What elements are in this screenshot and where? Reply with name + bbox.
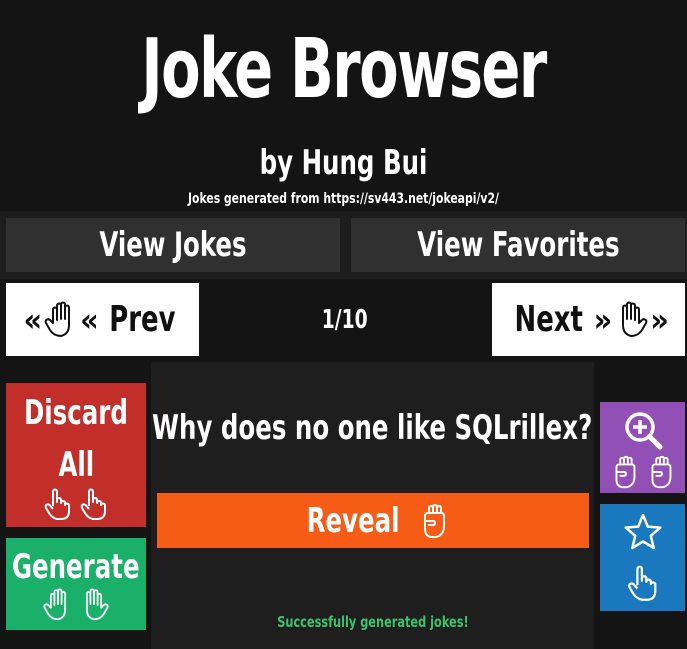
joke-browser-app: Joke Browser by Hung Bui Jokes generated…: [0, 0, 687, 649]
page-title: Joke Browser: [141, 22, 547, 117]
double-chevron-right-icon: »: [650, 300, 669, 339]
raised-hand-icon: [44, 301, 71, 337]
tab-view-favorites-label: View Favorites: [416, 225, 620, 265]
generate-button[interactable]: Generate: [6, 538, 146, 630]
raised-fist-icon: [424, 503, 446, 538]
reveal-button[interactable]: Reveal: [157, 493, 589, 548]
double-chevron-left-icon: «: [23, 300, 43, 339]
status-message: Successfully generated jokes!: [151, 610, 594, 634]
prev-label: Prev: [108, 299, 176, 340]
joke-setup: Why does no one like SQLrillex?: [152, 408, 593, 448]
next-button[interactable]: Next » »: [492, 283, 685, 356]
tab-view-favorites[interactable]: View Favorites: [351, 218, 685, 272]
favorite-button[interactable]: [600, 504, 685, 611]
reveal-label: Reveal: [306, 500, 400, 541]
next-label: Next: [514, 299, 584, 340]
discard-label-line2: All: [58, 445, 94, 485]
pointing-hands: [41, 487, 111, 521]
star-icon: [624, 513, 662, 550]
discard-label-line1: Discard: [24, 393, 128, 433]
status-message-text: Successfully generated jokes!: [276, 613, 469, 631]
generate-label: Generate: [12, 547, 140, 587]
raised-fist-icon: [651, 455, 672, 489]
author-line: by Hung Bui: [259, 143, 428, 183]
joke-counter: 1/10: [290, 300, 400, 340]
tab-bar: View Jokes View Favorites: [0, 211, 687, 279]
pointing-hand-icon: [628, 565, 657, 601]
zoom-in-icon: [625, 412, 663, 450]
joke-setup-container: Why does no one like SQLrillex?: [151, 398, 594, 458]
raised-fist-icon: [615, 455, 636, 489]
raised-hand-icon: [622, 301, 648, 337]
double-chevron-right-icon: »: [593, 300, 613, 339]
tab-view-jokes[interactable]: View Jokes: [6, 218, 340, 272]
source-line: Jokes generated from https://sv443.net/j…: [188, 191, 499, 207]
discard-all-button[interactable]: Discard All: [6, 383, 146, 527]
tab-view-jokes-label: View Jokes: [99, 225, 247, 265]
pointing-hand-icon: [44, 488, 70, 520]
joke-counter-text: 1/10: [322, 305, 368, 335]
pointing-hand-icon: [80, 488, 106, 520]
double-chevron-left-icon: «: [80, 300, 99, 339]
zoom-in-button[interactable]: [600, 402, 685, 493]
prev-button[interactable]: « « Prev: [6, 283, 199, 356]
